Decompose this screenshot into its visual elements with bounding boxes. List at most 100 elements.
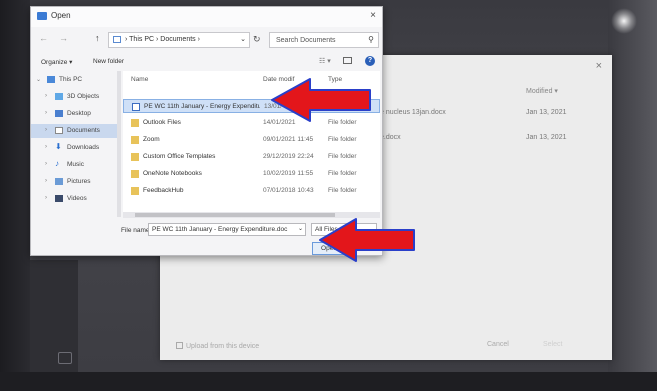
file-date: 29/12/2019 22:24 [263,153,314,160]
nav-item-music[interactable]: › ♪ Music [31,158,121,172]
videos-icon [55,195,63,202]
nav-scrollbar[interactable] [117,71,121,217]
dialog-title: Open [51,11,71,20]
upload-from-device-link[interactable]: Upload from this device [186,343,259,350]
arrow-shape [319,218,415,262]
title-bar: Open × [31,7,382,27]
modified-column-header[interactable]: Modified ▾ [526,87,558,95]
search-input[interactable]: Search Documents ⚲ [269,32,379,48]
file-row[interactable]: FeedbackHub 07/01/2018 10:43 File folder [123,184,380,198]
file-row[interactable]: OneNote Notebooks 10/02/2019 11:55 File … [123,167,380,181]
folder-icon [131,170,139,178]
file-name: OneNote Notebooks [143,170,202,177]
music-icon: ♪ [55,159,59,168]
nav-item-3d-objects[interactable]: › 3D Objects [31,90,121,104]
nav-item-desktop[interactable]: › Desktop [31,107,121,121]
light-glare [611,8,637,34]
annotation-arrow-file [271,78,371,122]
annotation-arrow-open [319,218,415,262]
file-name: PE WC 11th January - Energy Expenditure.… [144,103,260,110]
nav-item-label: Pictures [67,178,91,185]
up-arrow-icon[interactable]: ↑ [95,33,100,47]
chevron-right-icon[interactable]: › [45,178,47,184]
upload-file-date: Jan 13, 2021 [526,109,567,116]
select-button[interactable]: Select [543,341,562,348]
nav-item-this-pc[interactable]: ⌄ This PC [31,73,121,87]
back-arrow-icon[interactable]: ← [39,33,48,47]
file-type: File folder [328,153,357,160]
address-bar[interactable]: › This PC › Documents › ⌄ [108,32,250,48]
file-name: Outlook Files [143,119,181,126]
file-date: 09/01/2021 11:45 [263,136,314,143]
nav-item-documents[interactable]: › Documents [31,124,121,138]
app-icon [37,12,47,20]
nav-item-label: Videos [67,195,87,202]
preview-pane-icon[interactable] [343,57,352,64]
new-folder-button[interactable]: New folder [93,58,124,65]
chevron-right-icon[interactable]: › [45,110,47,116]
organize-button[interactable]: Organize ▾ [41,58,72,66]
help-icon[interactable]: ? [365,56,375,66]
upload-file-row[interactable]: e nucleus 13jan.docx Jan 13, 2021 [380,105,600,123]
file-type: File folder [328,136,357,143]
word-document-icon [132,103,140,111]
file-name: Zoom [143,136,160,143]
chevron-down-icon[interactable]: ⌄ [240,35,246,43]
scrollbar-thumb[interactable] [135,213,335,217]
chevron-right-icon[interactable]: › [45,144,47,150]
file-date: 07/01/2018 10:43 [263,187,314,194]
breadcrumb: › This PC › Documents › [125,36,200,43]
nav-item-label: This PC [59,76,83,83]
upload-file-name: e nucleus 13jan.docx [380,109,446,116]
chevron-right-icon[interactable]: › [45,161,47,167]
folder-icon [131,153,139,161]
upload-file-row[interactable]: e.docx Jan 13, 2021 [380,130,600,148]
monitor-bezel-bottom [0,372,657,391]
command-bar: Organize ▾ New folder ☷ ▾ ? [31,55,382,69]
nav-item-pictures[interactable]: › Pictures [31,175,121,189]
forward-arrow-icon[interactable]: → [59,33,68,47]
close-icon[interactable]: × [370,10,376,21]
view-options-icon[interactable]: ☷ ▾ [319,57,331,65]
refresh-icon[interactable]: ↻ [253,34,261,45]
chevron-down-icon[interactable]: ⌄ [36,76,41,83]
nav-item-label: Documents [67,127,100,134]
file-name-label: File name: [121,227,152,234]
folder-icon [131,187,139,195]
file-type: File folder [328,187,357,194]
monitor-bezel [0,0,30,391]
file-name-value: PE WC 11th January - Energy Expenditure.… [152,226,288,233]
download-icon: ⬇ [55,142,62,151]
computer-icon [113,36,121,43]
nav-item-videos[interactable]: › Videos [31,192,121,206]
upload-file-date: Jan 13, 2021 [526,134,567,141]
search-placeholder: Search Documents [276,37,336,44]
nav-item-downloads[interactable]: › ⬇ Downloads [31,141,121,155]
file-date: 10/02/2019 11:55 [263,170,314,177]
desktop-icon [55,110,63,117]
nav-item-label: Music [67,161,84,168]
nav-item-label: Desktop [67,110,91,117]
folder-icon [131,136,139,144]
file-row[interactable]: Zoom 09/01/2021 11:45 File folder [123,133,380,147]
documents-icon [55,127,63,134]
pictures-icon [55,178,63,185]
file-name-field[interactable]: PE WC 11th January - Energy Expenditure.… [148,223,306,236]
taskbar-app-icon[interactable] [58,352,72,364]
chevron-right-icon[interactable]: › [45,93,47,99]
file-type: File folder [328,170,357,177]
column-header-name[interactable]: Name [131,76,148,83]
upload-close-icon[interactable]: × [596,60,602,72]
upload-file-name: e.docx [380,134,401,141]
chevron-down-icon[interactable]: ⌄ [298,225,303,232]
chevron-right-icon[interactable]: › [45,195,47,201]
chevron-right-icon[interactable]: › [45,127,47,133]
nav-item-label: Downloads [67,144,100,151]
search-icon: ⚲ [368,35,374,44]
file-row[interactable]: Custom Office Templates 29/12/2019 22:24… [123,150,380,164]
3d-objects-icon [55,93,63,100]
upload-icon [176,342,183,349]
file-name: FeedbackHub [143,187,184,194]
arrow-shape [271,78,371,122]
cancel-button[interactable]: Cancel [487,341,509,348]
